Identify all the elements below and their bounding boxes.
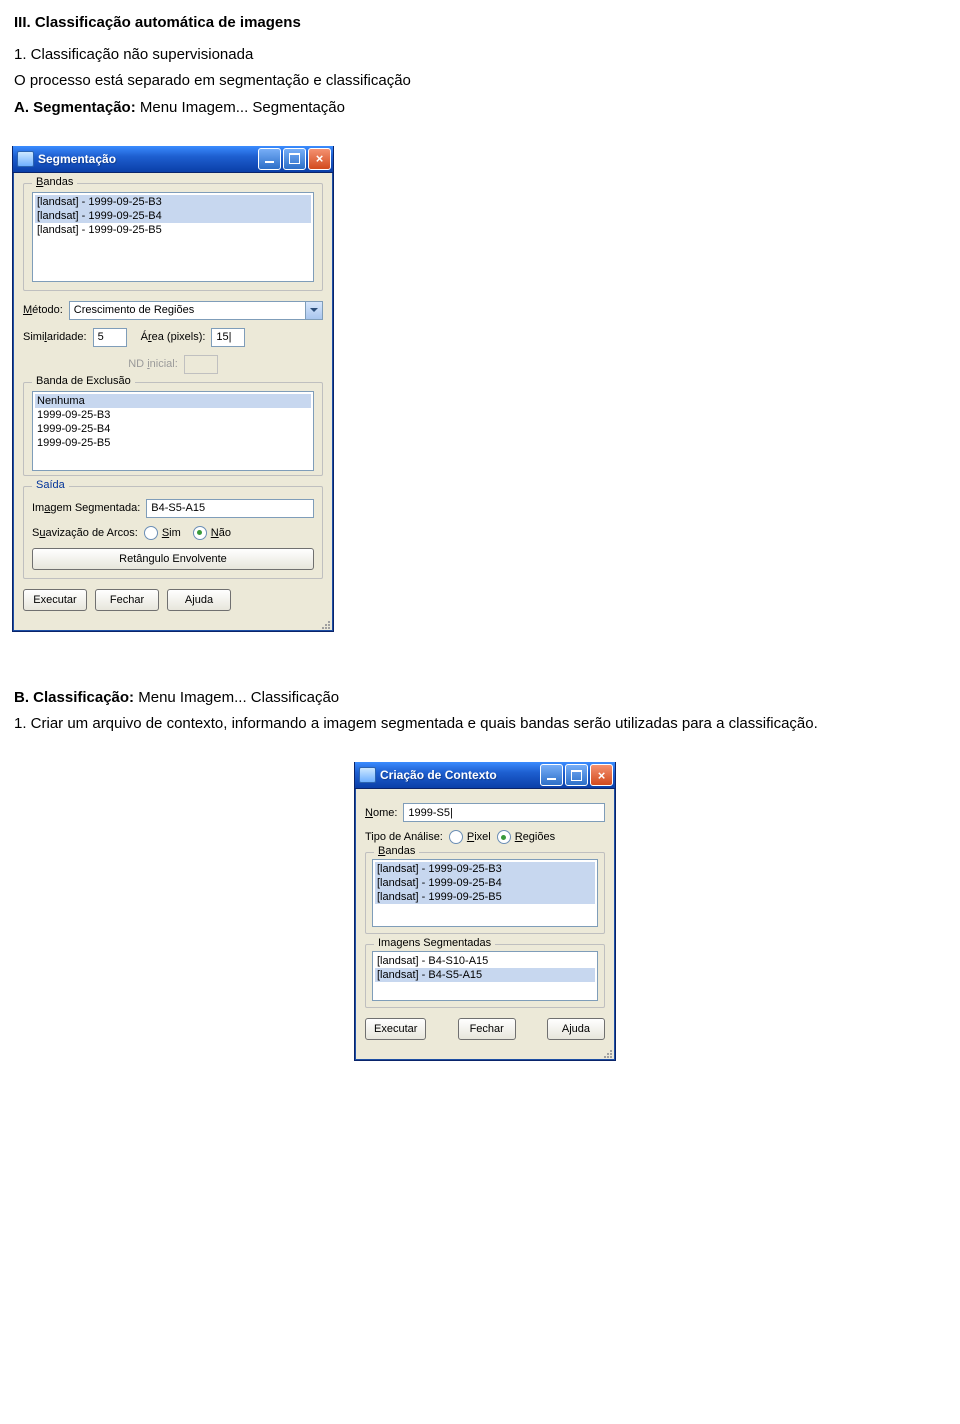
maximize-button[interactable] xyxy=(283,148,306,170)
suavizacao-nao-radio[interactable]: Não xyxy=(193,526,231,540)
imagens-segmentadas-fieldset: Imagens Segmentadas [landsat] - B4-S10-A… xyxy=(365,944,605,1008)
doc-p1: 1. Classificação não supervisionada xyxy=(14,45,960,65)
doc-secB-bold: B. Classificação: xyxy=(14,689,134,706)
exclusao-listbox[interactable]: Nenhuma 1999-09-25-B3 1999-09-25-B4 1999… xyxy=(32,391,314,471)
similaridade-input[interactable]: 5 xyxy=(93,328,127,347)
tipo-analise-label: Tipo de Análise: xyxy=(365,831,443,843)
chevron-down-icon[interactable] xyxy=(305,302,322,319)
minimize-button[interactable] xyxy=(258,148,281,170)
retangulo-button[interactable]: Retângulo Envolvente xyxy=(32,548,314,570)
doc-heading: III. Classificação automática de imagens xyxy=(14,14,960,31)
titlebar[interactable]: Segmentação × xyxy=(13,146,333,173)
bandas-fieldset: Bandas [landsat] - 1999-09-25-B3 [landsa… xyxy=(23,183,323,291)
resize-grip-icon[interactable] xyxy=(13,619,333,631)
fechar-button[interactable]: Fechar xyxy=(95,589,159,611)
nome-label: Nome: xyxy=(365,807,397,819)
doc-secA: A. Segmentação: Menu Imagem... Segmentaç… xyxy=(14,98,960,118)
regioes-label: Regiões xyxy=(515,831,555,843)
list-item[interactable]: 1999-09-25-B3 xyxy=(35,408,311,422)
list-item[interactable]: 1999-09-25-B4 xyxy=(35,422,311,436)
segmentacao-window: Segmentação × Bandas [landsat] - 1999-09… xyxy=(12,146,334,632)
titlebar[interactable]: Criação de Contexto × xyxy=(355,762,615,789)
nao-label: Não xyxy=(211,527,231,539)
bandas-legend: Bandas xyxy=(32,176,77,188)
window-icon xyxy=(359,767,376,783)
exclusao-fieldset: Banda de Exclusão Nenhuma 1999-09-25-B3 … xyxy=(23,382,323,476)
imagem-segmentada-input[interactable]: B4-S5-A15 xyxy=(146,499,314,518)
similaridade-label: Similaridade: xyxy=(23,331,87,343)
doc-secA-bold: A. Segmentação: xyxy=(14,99,136,116)
pixel-label: Pixel xyxy=(467,831,491,843)
tipo-pixel-radio[interactable]: Pixel xyxy=(449,830,491,844)
close-button[interactable]: × xyxy=(590,764,613,786)
bandas-fieldset-2: Bandas [landsat] - 1999-09-25-B3 [landsa… xyxy=(365,852,605,934)
sim-label: Sim xyxy=(162,527,181,539)
list-item[interactable]: [landsat] - 1999-09-25-B5 xyxy=(35,223,311,237)
list-item[interactable]: [landsat] - B4-S5-A15 xyxy=(375,968,595,982)
nd-inicial-label: ND inicial: xyxy=(128,358,178,370)
nome-input[interactable]: 1999-S5| xyxy=(403,803,605,822)
nd-inicial-input xyxy=(184,355,218,374)
list-item[interactable]: 1999-09-25-B5 xyxy=(35,436,311,450)
executar-button[interactable]: Executar xyxy=(365,1018,426,1040)
window-title: Segmentação xyxy=(38,152,254,166)
resize-grip-icon[interactable] xyxy=(355,1048,615,1060)
close-button[interactable]: × xyxy=(308,148,331,170)
imagens-segmentadas-listbox[interactable]: [landsat] - B4-S10-A15 [landsat] - B4-S5… xyxy=(372,951,598,1001)
bandas-legend-2: Bandas xyxy=(374,845,419,857)
list-item[interactable]: [landsat] - 1999-09-25-B4 xyxy=(375,876,595,890)
doc-p3: 1. Criar um arquivo de contexto, informa… xyxy=(14,714,960,734)
saida-legend: Saída xyxy=(32,479,69,491)
bandas-legend-text: andas xyxy=(43,176,73,188)
executar-button[interactable]: Executar xyxy=(23,589,87,611)
metodo-combo[interactable]: Crescimento de Regiões xyxy=(69,301,323,320)
list-item[interactable]: [landsat] - 1999-09-25-B3 xyxy=(375,862,595,876)
exclusao-legend: Banda de Exclusão xyxy=(32,375,135,387)
window-icon xyxy=(17,151,34,167)
metodo-value: Crescimento de Regiões xyxy=(70,304,198,316)
area-label: Área (pixels): xyxy=(141,331,206,343)
suavizacao-sim-radio[interactable]: Sim xyxy=(144,526,181,540)
minimize-button[interactable] xyxy=(540,764,563,786)
criacao-contexto-window: Criação de Contexto × Nome: 1999-S5| Tip… xyxy=(354,762,616,1061)
area-input[interactable]: 15| xyxy=(211,328,245,347)
fechar-button[interactable]: Fechar xyxy=(458,1018,516,1040)
suavizacao-label: Suavização de Arcos: xyxy=(32,527,138,539)
bandas-listbox[interactable]: [landsat] - 1999-09-25-B3 [landsat] - 19… xyxy=(32,192,314,282)
doc-secA-rest: Menu Imagem... Segmentação xyxy=(136,99,345,116)
imagens-segmentadas-legend: Imagens Segmentadas xyxy=(374,937,495,949)
ajuda-button[interactable]: Ajuda xyxy=(547,1018,605,1040)
maximize-button[interactable] xyxy=(565,764,588,786)
list-item[interactable]: [landsat] - 1999-09-25-B5 xyxy=(375,890,595,904)
window-title: Criação de Contexto xyxy=(380,768,536,782)
list-item[interactable]: [landsat] - 1999-09-25-B4 xyxy=(35,209,311,223)
list-item[interactable]: Nenhuma xyxy=(35,394,311,408)
list-item[interactable]: [landsat] - B4-S10-A15 xyxy=(375,954,595,968)
ajuda-button[interactable]: Ajuda xyxy=(167,589,231,611)
doc-p2: O processo está separado em segmentação … xyxy=(14,71,960,91)
imagem-segmentada-label: Imagem Segmentada: xyxy=(32,502,140,514)
doc-secB: B. Classificação: Menu Imagem... Classif… xyxy=(14,688,960,708)
saida-fieldset: Saída Imagem Segmentada: B4-S5-A15 Suavi… xyxy=(23,486,323,579)
list-item[interactable]: [landsat] - 1999-09-25-B3 xyxy=(35,195,311,209)
tipo-regioes-radio[interactable]: Regiões xyxy=(497,830,555,844)
metodo-label: Método: xyxy=(23,304,63,316)
doc-secB-rest: Menu Imagem... Classificação xyxy=(134,689,339,706)
bandas-listbox-2[interactable]: [landsat] - 1999-09-25-B3 [landsat] - 19… xyxy=(372,859,598,927)
